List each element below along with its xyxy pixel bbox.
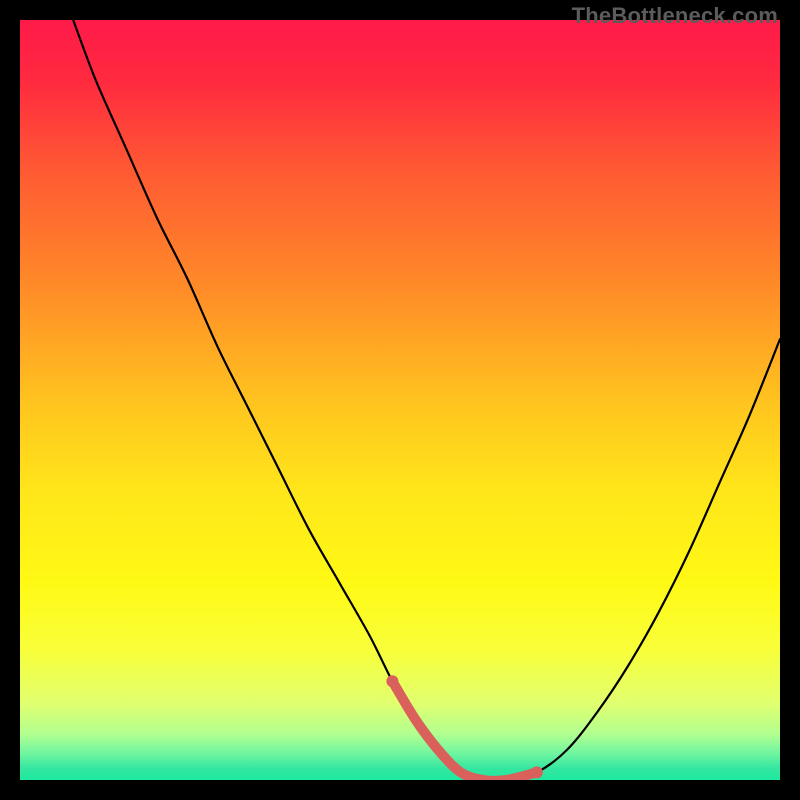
watermark-text: TheBottleneck.com [572,3,778,29]
highlight-segment [20,20,780,780]
plot-area [20,20,780,780]
chart-frame: TheBottleneck.com [0,0,800,800]
